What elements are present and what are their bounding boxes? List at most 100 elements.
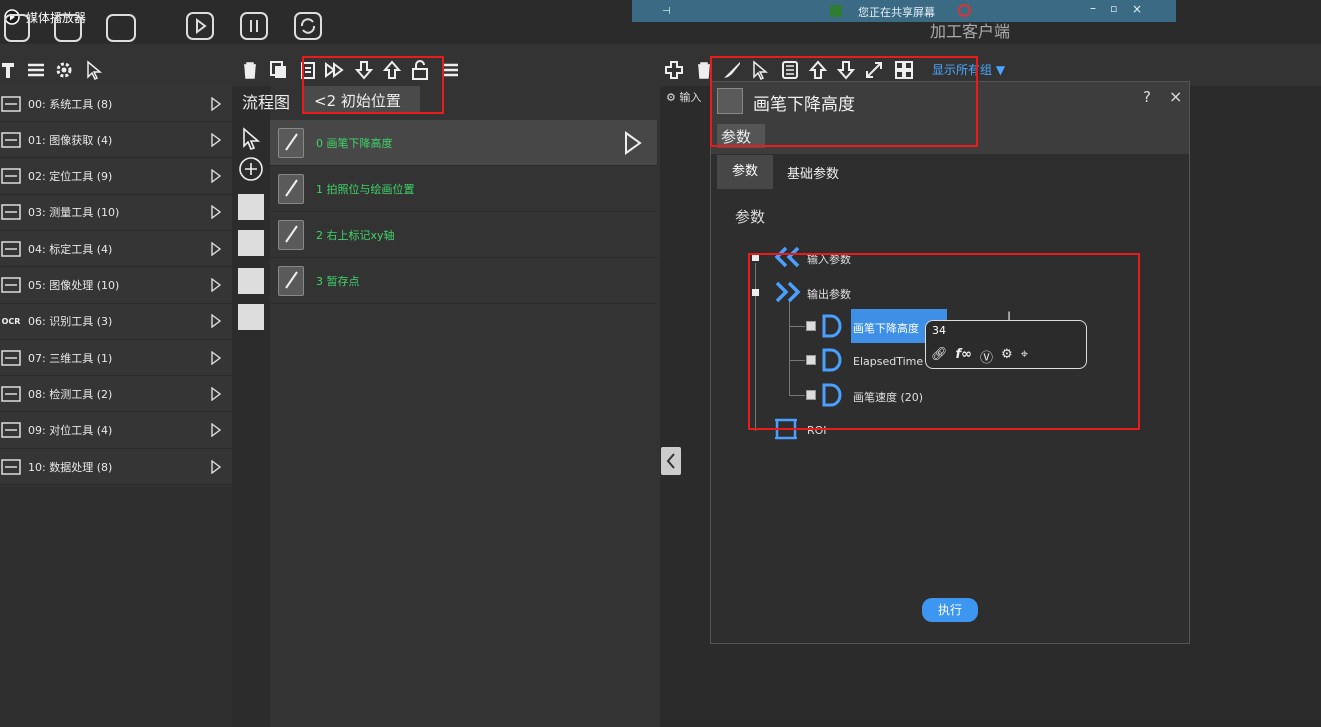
chevron-left-icon — [666, 453, 675, 469]
stop-share-icon[interactable] — [958, 4, 971, 17]
expand-arrow-icon[interactable] — [210, 278, 222, 292]
flow-step-label: 1 拍照位与绘画位置 — [316, 182, 415, 196]
flow-step-item[interactable]: 3 暂存点 — [270, 258, 657, 304]
tab-params[interactable]: 参数 — [717, 155, 773, 189]
ocr-text: OCR — [1, 316, 21, 326]
flow-step-item[interactable]: 1 拍照位与绘画位置 — [270, 166, 657, 212]
copy-icon[interactable] — [268, 60, 288, 80]
tool-category-label: 02: 定位工具 (9) — [28, 170, 113, 184]
flow-step-label: 2 右上标记xy轴 — [316, 228, 395, 242]
execute-button[interactable]: 执行 — [922, 598, 978, 622]
data-icon — [0, 456, 22, 478]
highlight-box-params — [748, 253, 1140, 430]
signal-icon — [830, 5, 842, 17]
share-status-text: 您正在共享屏幕 — [858, 6, 935, 19]
input-settings-label[interactable]: ⚙ 输入 — [666, 89, 701, 105]
shapes-icon[interactable] — [238, 304, 264, 330]
var-pen-icon — [278, 173, 304, 204]
loop-icon[interactable] — [294, 12, 322, 40]
highlight-box-flow — [302, 56, 444, 114]
help-button[interactable]: ? — [1143, 88, 1151, 106]
run-once-icon[interactable] — [186, 12, 214, 40]
flow-side-toolbar — [232, 86, 270, 727]
delete-icon[interactable] — [240, 60, 260, 80]
run-step-icon[interactable] — [623, 130, 643, 155]
flow-step-list: 0 画笔下降高度 1 拍照位与绘画位置 2 右上标记xy轴 3 暂存点 — [270, 120, 657, 727]
tool-category-label: 09: 对位工具 (4) — [28, 424, 113, 438]
expand-arrow-icon[interactable] — [210, 423, 222, 438]
expand-arrow-icon[interactable] — [210, 459, 222, 474]
tool-category-item[interactable]: 00: 系统工具 (8) — [0, 86, 232, 122]
input-label-text: 输入 — [679, 91, 702, 104]
tool-category-item[interactable]: 01: 图像获取 (4) — [0, 122, 232, 159]
collapse-panel-button[interactable] — [661, 447, 681, 475]
save-icon[interactable] — [54, 14, 82, 42]
flow-step-item[interactable]: 2 右上标记xy轴 — [270, 212, 657, 258]
add-icon[interactable] — [664, 60, 684, 80]
flow-chart-tab[interactable]: 流程图 — [242, 89, 290, 113]
landscape-icon[interactable] — [238, 230, 264, 256]
tool-category-label: 01: 图像获取 (4) — [28, 133, 113, 147]
pointer-icon[interactable] — [84, 60, 104, 80]
image-process-icon — [0, 274, 22, 296]
tool-category-item[interactable]: 05: 图像处理 (10) — [0, 268, 232, 304]
params-section-title: 参数 — [735, 208, 766, 226]
dropdown-arrow-icon: ▼ — [992, 63, 1006, 77]
target-icon[interactable] — [238, 268, 264, 294]
tool-category-item[interactable]: 10: 数据处理 (8) — [0, 449, 232, 485]
expand-arrow-icon[interactable] — [210, 386, 222, 401]
highlight-box-title — [710, 56, 978, 147]
pause-icon[interactable] — [240, 12, 268, 40]
flow-step-item[interactable]: 0 画笔下降高度 — [270, 120, 657, 166]
expand-arrow-icon[interactable] — [210, 314, 222, 329]
gear-icon[interactable] — [54, 60, 74, 80]
tool-category-item[interactable]: 04: 标定工具 (4) — [0, 231, 232, 268]
tool-category-label: 06: 识别工具 (3) — [28, 315, 113, 329]
add-node-icon[interactable] — [238, 156, 264, 182]
locate-icon — [0, 165, 22, 187]
network-icon — [0, 93, 22, 115]
expand-arrow-icon[interactable] — [210, 205, 222, 220]
tool-category-label: 03: 测量工具 (10) — [28, 206, 120, 220]
close-share-icon[interactable]: × — [1132, 2, 1142, 16]
expand-arrow-icon[interactable] — [210, 132, 222, 147]
tool-category-label: 05: 图像处理 (10) — [28, 279, 120, 292]
gear-small-icon: ⚙ — [666, 91, 680, 104]
close-button[interactable]: × — [1169, 87, 1182, 106]
select-tool-icon[interactable] — [238, 126, 264, 152]
tool-category-item[interactable]: 02: 定位工具 (9) — [0, 159, 232, 195]
flow-step-label: 3 暂存点 — [316, 274, 360, 288]
tool-category-item[interactable]: 07: 三维工具 (1) — [0, 340, 232, 377]
var-pen-icon — [278, 219, 304, 250]
tool-category-label: 00: 系统工具 (8) — [28, 97, 113, 111]
expand-arrow-icon[interactable] — [210, 96, 222, 111]
window-icon[interactable] — [4, 14, 30, 42]
hammer-icon[interactable] — [0, 60, 20, 80]
3d-icon — [0, 347, 22, 369]
flow-step-label: 0 画笔下降高度 — [316, 136, 393, 150]
circle-measure-icon — [0, 201, 22, 223]
app-title: 加工客户端 — [930, 22, 1011, 41]
camera-icon — [0, 129, 22, 151]
tool-category-item[interactable]: 08: 检测工具 (2) — [0, 376, 232, 413]
expand-arrow-icon[interactable] — [210, 169, 222, 184]
var-pen-icon — [278, 127, 304, 158]
ocr-icon: OCR — [0, 310, 22, 332]
pin-icon[interactable]: ⊣ — [662, 6, 671, 17]
calibrate-icon — [0, 238, 22, 260]
align-icon — [0, 419, 22, 441]
minimize-icon[interactable]: – — [1090, 1, 1096, 15]
var-pen-icon — [278, 265, 304, 296]
tab-basic-params[interactable]: 基础参数 — [787, 163, 839, 182]
share-icon[interactable] — [106, 14, 136, 42]
tool-category-item[interactable]: 09: 对位工具 (4) — [0, 413, 232, 449]
restore-icon[interactable]: ▫ — [1110, 2, 1117, 15]
tool-category-list: 00: 系统工具 (8) 01: 图像获取 (4) 02: 定位工具 (9) 03: … — [0, 86, 232, 486]
tool-category-item[interactable]: OCR 06: 识别工具 (3) — [0, 304, 232, 340]
tool-category-item[interactable]: 03: 测量工具 (10) — [0, 195, 232, 231]
tool-category-label: 07: 三维工具 (1) — [28, 351, 113, 365]
image-tool-icon[interactable] — [238, 194, 264, 220]
expand-arrow-icon[interactable] — [210, 241, 222, 256]
menu-icon[interactable] — [26, 60, 46, 80]
expand-arrow-icon[interactable] — [210, 350, 222, 365]
